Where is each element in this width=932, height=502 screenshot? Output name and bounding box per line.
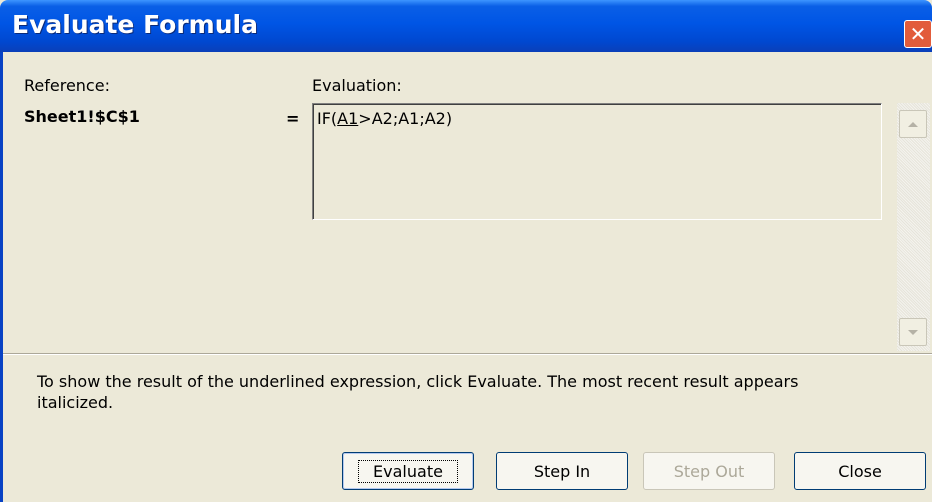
close-button[interactable]: Close	[794, 452, 926, 490]
vertical-scrollbar[interactable]	[897, 103, 930, 351]
formula-prefix: IF(	[317, 109, 338, 128]
chevron-up-icon	[908, 121, 918, 127]
step-in-button[interactable]: Step In	[496, 452, 628, 490]
close-button-label: Close	[838, 461, 882, 481]
step-out-button-label: Step Out	[673, 461, 745, 481]
evaluate-formula-dialog: Evaluate Formula ✕ Reference: Sheet1!$C$…	[0, 0, 932, 502]
evaluate-button[interactable]: Evaluate	[342, 452, 474, 490]
evaluate-button-label: Evaluate	[358, 459, 458, 483]
close-window-button[interactable]: ✕	[904, 20, 932, 48]
evaluation-formula: IF(A1>A2;A1;A2)	[317, 109, 452, 128]
scroll-up-button[interactable]	[899, 110, 927, 138]
reference-value: Sheet1!$C$1	[24, 107, 140, 126]
evaluation-label: Evaluation:	[312, 76, 402, 95]
formula-underlined-expression: A1	[337, 109, 359, 128]
reference-label: Reference:	[24, 76, 110, 95]
step-in-button-label: Step In	[533, 461, 591, 481]
dialog-title: Evaluate Formula	[12, 10, 258, 39]
formula-suffix: >A2;A1;A2)	[358, 109, 453, 128]
help-text: To show the result of the underlined exp…	[37, 372, 799, 412]
divider	[3, 353, 932, 355]
scroll-down-button[interactable]	[899, 318, 927, 346]
close-icon: ✕	[909, 22, 927, 46]
evaluation-box[interactable]: IF(A1>A2;A1;A2)	[312, 103, 882, 220]
chevron-down-icon	[908, 329, 918, 335]
equals-sign: =	[286, 109, 300, 128]
step-out-button[interactable]: Step Out	[643, 452, 775, 490]
title-bar: Evaluate Formula ✕	[0, 0, 932, 52]
